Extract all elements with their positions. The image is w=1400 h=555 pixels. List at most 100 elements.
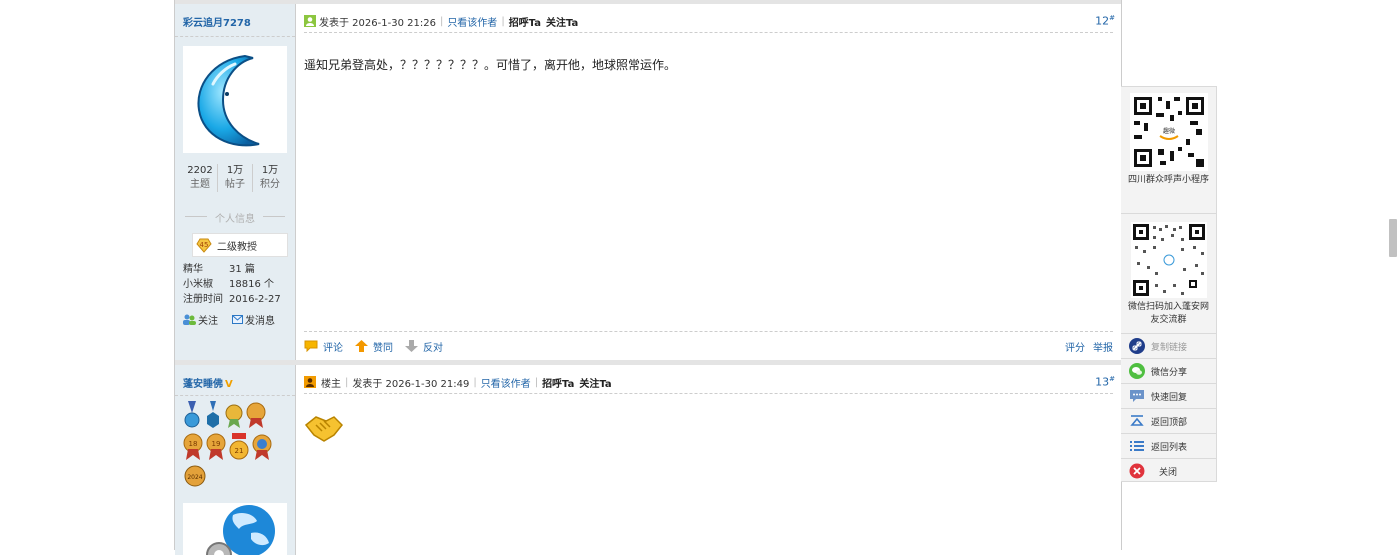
copy-link-button[interactable]: 复制链接 (1121, 333, 1216, 358)
side-item-label: 微信分享 (1151, 367, 1188, 378)
post-13: 蓬安睡佛 V 18 19 21 2024 楼主 | 发表于 2026-1-30 … (175, 360, 1121, 555)
floor-number[interactable]: 12# (1095, 14, 1115, 28)
handshake-emoji (304, 411, 344, 446)
section-title: 个人信息 (183, 210, 287, 225)
list-icon (1130, 441, 1144, 451)
message-button[interactable]: 发消息 (232, 312, 275, 327)
users-icon (183, 314, 196, 325)
owner-label: 楼主 (321, 378, 341, 390)
author-actions: 关注 发消息 (183, 312, 293, 327)
info-value: 2016-2-27 (229, 294, 281, 305)
floor-number[interactable]: 13# (1095, 375, 1115, 389)
info-key: 精华 (183, 264, 203, 275)
close-button[interactable]: 关闭 (1121, 458, 1216, 483)
info-value: 18816 个 (229, 279, 274, 290)
back-to-top-button[interactable]: 返回顶部 (1121, 408, 1216, 433)
mail-icon (232, 315, 243, 324)
rank-title: 二级教授 (217, 241, 257, 253)
side-item-label: 返回顶部 (1151, 417, 1188, 428)
back-to-list-button[interactable]: 返回列表 (1121, 433, 1216, 458)
medal-icon: 19 (206, 433, 226, 460)
greet-link[interactable]: 招呼Ta (542, 375, 574, 390)
post-time: 发表于 2026-1-30 21:49 (352, 378, 470, 390)
side-toolbar: 趣微 四川群众呼声小程序 微信扫码加入蓬安网友交流群 复制链接 微信分享 快速回… (1121, 86, 1217, 482)
post-footer: 评论 赞同 反对 评分 举报 (304, 331, 1113, 360)
comment-label: 评论 (323, 342, 343, 354)
qr-mini-program[interactable]: 趣微 四川群众呼声小程序 (1121, 93, 1216, 187)
post-12: 彩云追月7278 2202 主题 1万 帖子 1万 积分 个人信息 45 二级教… (175, 0, 1121, 360)
wechat-icon (1129, 363, 1145, 379)
info-value: 31 篇 (229, 264, 255, 275)
scrollbar-thumb[interactable] (1389, 219, 1397, 257)
rate-link[interactable]: 评分 (1065, 339, 1085, 354)
medal-list: 18 19 21 2024 (183, 401, 287, 491)
comment-icon (304, 340, 318, 352)
avatar[interactable] (183, 46, 287, 153)
handshake-icon (304, 416, 344, 442)
forum-thread: 彩云追月7278 2202 主题 1万 帖子 1万 积分 个人信息 45 二级教… (174, 0, 1122, 555)
stat-value: 1万 (261, 165, 279, 176)
only-author-link[interactable]: 只看该作者 (447, 14, 497, 29)
divider (175, 36, 295, 37)
author-panel: 蓬安睡佛 V 18 19 21 2024 (175, 365, 296, 555)
medal-icon (207, 401, 219, 428)
post-header: 楼主 | 发表于 2026-1-30 21:49 | 只看该作者 | 招呼Ta … (304, 371, 1113, 394)
only-author-link[interactable]: 只看该作者 (481, 375, 531, 390)
medal-icon (184, 401, 200, 428)
verified-badge: V (225, 379, 233, 390)
qr-logo-text: 趣微 (1162, 127, 1174, 135)
author-name[interactable]: 彩云追月7278 (183, 14, 251, 29)
author-panel: 彩云追月7278 2202 主题 1万 帖子 1万 积分 个人信息 45 二级教… (175, 4, 296, 360)
follow-ta-link[interactable]: 关注Ta (579, 375, 611, 390)
medal-label: 21 (235, 447, 244, 455)
online-status-icon (304, 15, 316, 27)
stat-value: 2202 (187, 165, 213, 176)
floor-suffix: # (1109, 375, 1115, 383)
side-item-label: 快速回复 (1151, 392, 1188, 403)
rank-badge-icon: 45 (196, 238, 212, 253)
arrow-up-icon (355, 340, 368, 352)
qr-code-icon (1130, 222, 1207, 298)
post-body: 遥知兄弟登高处，？？？？？？？。可惜了，离开他，地球照常运作。 (304, 58, 677, 72)
stat-value: 1万 (226, 165, 244, 176)
top-icon (1130, 415, 1144, 426)
medal-icon (252, 434, 272, 460)
quick-reply-button[interactable]: 快速回复 (1121, 383, 1216, 408)
stat-threads[interactable]: 2202 主题 (183, 164, 217, 192)
follow-button[interactable]: 关注 (183, 312, 218, 327)
qr-wechat-group[interactable]: 微信扫码加入蓬安网友交流群 (1121, 213, 1216, 327)
divider (175, 395, 295, 396)
globe-avatar-icon (206, 505, 275, 555)
follow-ta-link[interactable]: 关注Ta (546, 14, 578, 29)
author-stats: 2202 主题 1万 帖子 1万 积分 (183, 164, 287, 192)
medal-icon: 21 (229, 433, 249, 460)
stat-posts[interactable]: 1万 帖子 (217, 164, 252, 192)
post-content: 发表于 2026-1-30 21:26 | 只看该作者 | 招呼Ta 关注Ta … (296, 4, 1121, 360)
stat-credits[interactable]: 1万 积分 (252, 164, 287, 192)
side-item-label: 复制链接 (1151, 342, 1188, 353)
support-button[interactable]: 赞同 (355, 339, 393, 354)
greet-link[interactable]: 招呼Ta (509, 14, 541, 29)
reply-icon (1130, 390, 1144, 402)
floor-value: 13 (1095, 375, 1110, 389)
medal-icon: 2024 (184, 465, 206, 487)
qr-caption: 微信扫码加入蓬安网友交流群 (1127, 302, 1209, 325)
wechat-share-button[interactable]: 微信分享 (1121, 358, 1216, 383)
stat-label: 帖子 (225, 179, 245, 190)
comment-button[interactable]: 评论 (304, 339, 343, 354)
post-time: 发表于 2026-1-30 21:26 (319, 17, 436, 29)
author-name-row: 蓬安睡佛 V (183, 375, 233, 390)
oppose-button[interactable]: 反对 (405, 339, 443, 354)
medal-icon (246, 402, 266, 428)
message-label: 发消息 (245, 316, 275, 327)
post-header: 发表于 2026-1-30 21:26 | 只看该作者 | 招呼Ta 关注Ta (304, 10, 1113, 33)
qr-code-icon: 趣微 (1129, 93, 1208, 171)
author-name[interactable]: 蓬安睡佛 (183, 379, 223, 390)
report-link[interactable]: 举报 (1093, 339, 1113, 354)
avatar[interactable] (183, 503, 287, 555)
moon-avatar-icon (197, 54, 260, 147)
rank-badge-number: 45 (200, 241, 209, 249)
rank-box: 45 二级教授 (192, 233, 288, 257)
medal-label: 19 (212, 440, 221, 448)
floor-suffix: # (1109, 14, 1115, 22)
